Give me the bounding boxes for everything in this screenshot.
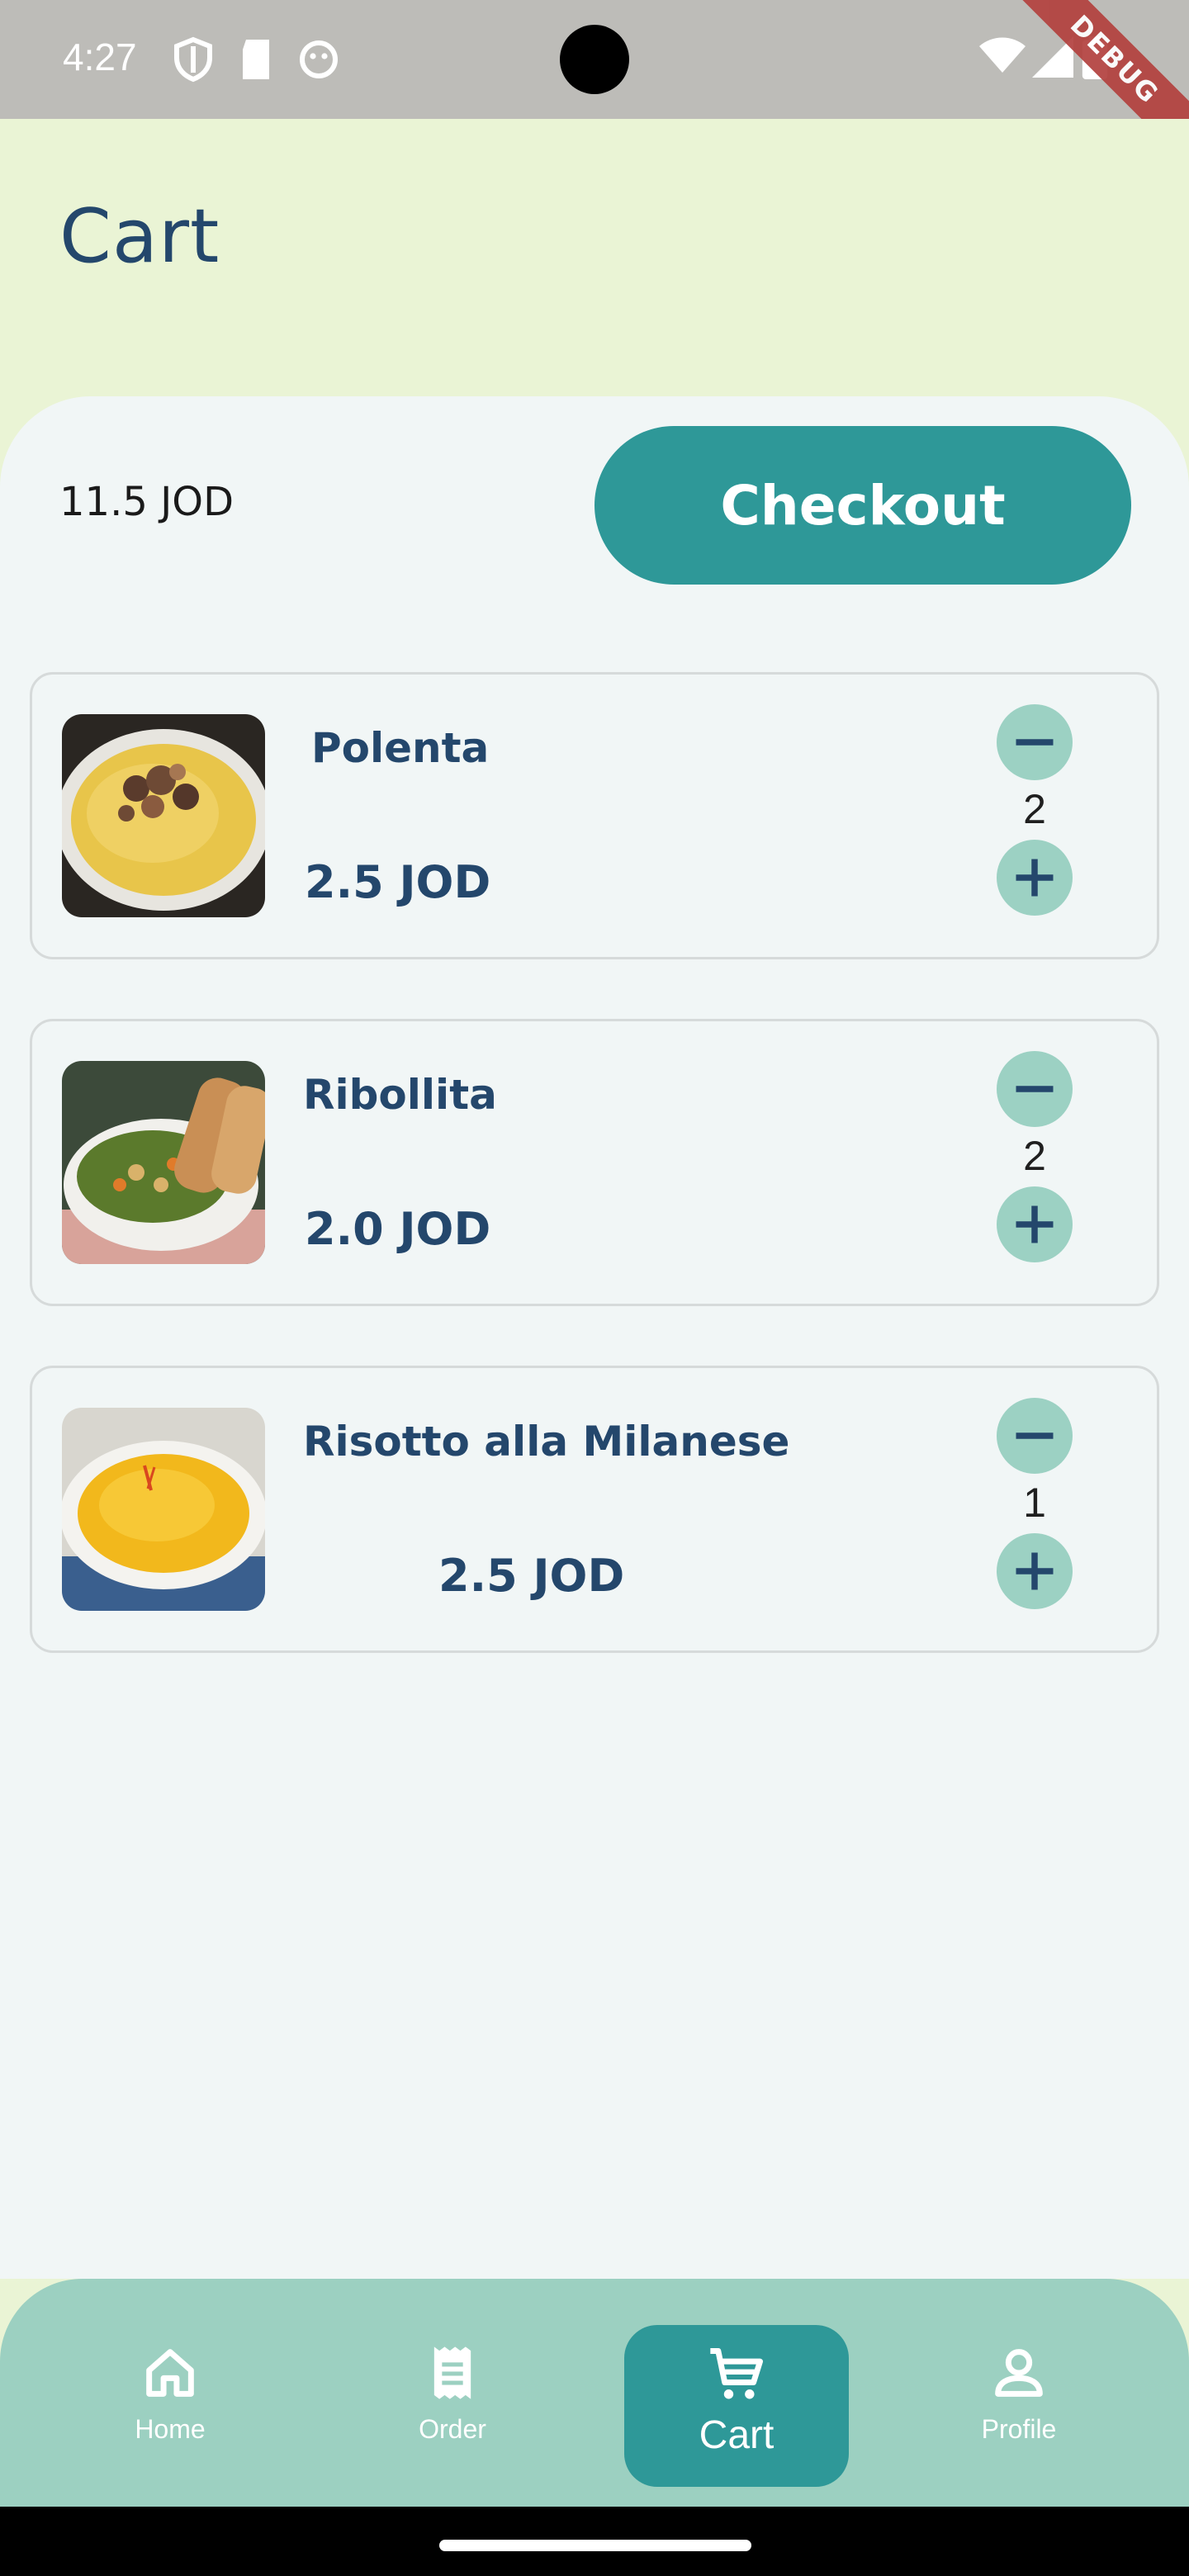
nav-label: Home [135, 2414, 206, 2444]
item-name: Polenta [311, 724, 490, 772]
plus-icon [1016, 1552, 1054, 1590]
cart-sheet: 11.5 JOD Checkout Polenta 2.5 JOD 2 Ribo… [0, 396, 1189, 2279]
status-time: 4:27 [63, 36, 137, 78]
minus-icon [1016, 739, 1054, 746]
cart-item: Ribollita 2.0 JOD 2 [30, 1019, 1159, 1306]
cart-total: 11.5 JOD [59, 479, 234, 525]
cart-item: Polenta 2.5 JOD 2 [30, 672, 1159, 959]
page-title: Cart [59, 193, 220, 280]
item-price: 2.0 JOD [305, 1203, 491, 1255]
nav-cart[interactable]: Cart [624, 2325, 849, 2487]
home-icon [146, 2349, 194, 2397]
item-price: 2.5 JOD [305, 856, 491, 908]
nav-order[interactable]: Order [340, 2325, 565, 2487]
item-name: Ribollita [303, 1071, 497, 1119]
receipt-icon [433, 2346, 471, 2399]
cart-item: Risotto alla Milanese 2.5 JOD 1 [30, 1366, 1159, 1653]
shield-icon [174, 36, 212, 83]
nav-label: Order [419, 2414, 486, 2444]
decrease-quantity-button[interactable] [997, 1051, 1073, 1127]
checkout-button[interactable]: Checkout [594, 426, 1131, 585]
system-gesture-bar [0, 2507, 1189, 2576]
sd-card-icon [243, 40, 269, 79]
nav-profile[interactable]: Profile [907, 2325, 1131, 2487]
profile-icon [995, 2349, 1043, 2397]
item-quantity: 1 [1023, 1480, 1046, 1526]
cart-icon [710, 2348, 763, 2399]
increase-quantity-button[interactable] [997, 1533, 1073, 1609]
plus-icon [1016, 1205, 1054, 1243]
camera-cutout [560, 25, 629, 94]
minus-icon [1016, 1432, 1054, 1439]
item-name: Risotto alla Milanese [303, 1418, 790, 1466]
food-image-ribollita [62, 1061, 265, 1264]
nav-label: Cart [699, 2413, 775, 2457]
decrease-quantity-button[interactable] [997, 1398, 1073, 1474]
bottom-navigation: Home Order Cart Profile [0, 2279, 1189, 2507]
plus-icon [1016, 859, 1054, 897]
android-icon [300, 40, 338, 78]
food-image-risotto [62, 1408, 265, 1611]
item-price: 2.5 JOD [438, 1550, 625, 1602]
minus-icon [1016, 1086, 1054, 1092]
item-quantity: 2 [1023, 1133, 1046, 1179]
increase-quantity-button[interactable] [997, 840, 1073, 916]
increase-quantity-button[interactable] [997, 1186, 1073, 1262]
status-bar: 4:27 DEBUG [0, 0, 1189, 169]
header: Cart [0, 119, 1189, 416]
food-image-polenta [62, 714, 265, 917]
decrease-quantity-button[interactable] [997, 704, 1073, 780]
nav-home[interactable]: Home [58, 2325, 282, 2487]
home-gesture-handle[interactable] [439, 2540, 751, 2551]
nav-label: Profile [981, 2414, 1057, 2444]
item-quantity: 2 [1023, 786, 1046, 832]
